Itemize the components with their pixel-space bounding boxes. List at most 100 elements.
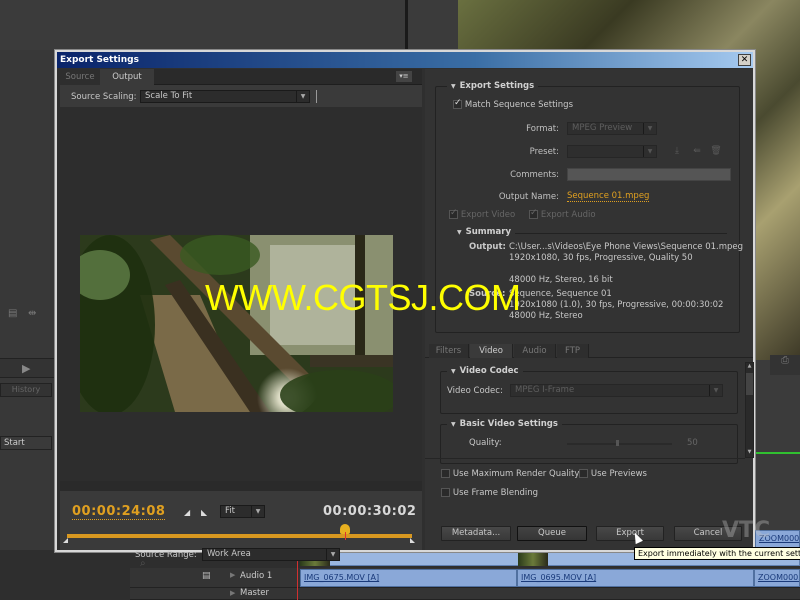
match-sequence-checkbox[interactable] [453,98,462,109]
dialog-title: Export Settings [60,55,139,65]
summary-output-line: 1920x1080, 30 fps, Progressive, Quality … [509,253,693,263]
vtc-logo: VTC [722,518,771,543]
audio-meter-line [755,452,800,454]
expand-track-icon[interactable]: ▶ [230,589,235,597]
export-audio-checkbox[interactable] [529,208,538,219]
track-output-icon[interactable]: ▤ [202,571,211,581]
match-sequence-option[interactable]: Match Sequence Settings [453,98,574,110]
format-dropdown[interactable]: MPEG Preview ▼ [567,122,657,135]
out-point-handle[interactable] [410,538,415,543]
summary-source-line: Sequence, Sequence 01 [509,289,612,299]
tab-ftp[interactable]: FTP [557,344,589,358]
set-out-point-button[interactable]: ◣ [201,508,207,517]
metadata-button[interactable]: Metadata... [441,526,511,541]
frame-blending-label: Use Frame Blending [452,488,538,498]
tab-filters[interactable]: Filters [429,344,469,358]
video-codec-header[interactable]: ▼ Video Codec [447,366,523,376]
timeline-clip[interactable]: IMG_0675.MOV [A] [300,569,517,587]
quality-label: Quality: [469,438,502,448]
export-video-label: Export Video [460,210,516,220]
set-in-point-button[interactable]: ◢ [184,508,190,517]
scroll-up-icon[interactable]: ▲ [746,363,753,371]
track-name: Audio 1 [240,571,273,581]
match-sequence-label: Match Sequence Settings [464,100,574,110]
track-master: ▶ Master [130,588,800,600]
summary-output-line: C:\User...s\Videos\Eye Phone Views\Seque… [509,242,744,252]
current-timecode[interactable]: 00:00:24:08 [72,504,166,520]
history-tab[interactable]: History [0,383,52,397]
queue-button[interactable]: Queue [517,526,587,541]
source-range-value: Work Area [207,549,251,559]
tab-source[interactable]: Source [60,69,100,85]
chevron-down-icon: ▼ [296,91,309,102]
transport-bar: ▶ [0,358,55,378]
delete-preset-icon[interactable]: 🗑 [710,146,722,156]
settings-scrollbar[interactable]: ▲ ▼ [745,362,754,458]
save-preset-icon[interactable]: ⤓ [671,146,683,156]
frame-blending-option[interactable]: Use Frame Blending [441,488,538,498]
preset-dropdown[interactable]: ▼ [567,145,657,158]
source-scaling-value: Scale To Fit [145,91,193,101]
zoom-level-dropdown[interactable]: Fit ▼ [220,505,265,518]
bg-icon: ⇹ [28,308,37,319]
preview-scrollbar[interactable] [60,481,422,491]
timeline-clip[interactable]: ZOOM0003 [754,569,800,587]
panel-menu-icon[interactable]: ▾≡ [396,71,412,82]
expand-track-icon[interactable]: ▶ [230,571,235,579]
chevron-down-icon: ▼ [643,123,656,134]
history-item-start[interactable]: Start [0,436,52,450]
section-divider [425,458,745,459]
format-label: Format: [526,124,559,134]
preview-tabs: Source Output ▾≡ [60,69,422,85]
chevron-down-icon: ▼ [643,146,656,157]
scrollbar-thumb[interactable] [746,373,753,395]
basic-video-header[interactable]: ▼ Basic Video Settings [447,419,562,429]
comments-input[interactable] [567,168,731,181]
chevron-down-icon: ▼ [709,385,722,396]
track-audio-1: ▤ ▶ Audio 1 IMG_0675.MOV [A] IMG_0695.MO… [130,568,800,588]
dialog-titlebar[interactable]: Export Settings ✕ [57,52,753,68]
output-name-link[interactable]: Sequence 01.mpeg [567,191,650,202]
max-render-checkbox[interactable] [441,469,450,478]
summary-header[interactable]: ▼ Summary [453,227,515,237]
collapse-triangle-icon: ▼ [451,421,456,428]
export-frame-icon[interactable]: ⎙ [770,355,800,375]
summary-output-line: 48000 Hz, Stereo, 16 bit [509,275,613,285]
import-preset-icon[interactable]: ⇚ [691,146,703,156]
export-audio-label: Export Audio [540,210,596,220]
video-frame-image [80,235,393,412]
preset-label: Preset: [529,147,559,157]
source-range-dropdown[interactable]: Work Area ▼ [202,548,340,561]
watermark-text: WWW.CGTSJ.COM [205,277,521,318]
use-previews-checkbox[interactable] [579,469,588,478]
tab-output[interactable]: Output [100,69,154,85]
background-left-panel: ▤ ⇹ ▶ History Start [0,50,55,600]
video-codec-label: Video Codec: [447,386,503,396]
play-icon[interactable]: ▶ [22,362,30,375]
source-range-bar[interactable] [67,534,412,538]
source-scaling-dropdown[interactable]: Scale To Fit ▼ [140,90,310,103]
export-video-checkbox[interactable] [449,208,458,219]
timeline-clip[interactable]: IMG_0695.MOV [A] [517,569,754,587]
export-audio-option[interactable]: Export Audio [529,208,596,220]
close-button[interactable]: ✕ [738,54,751,66]
quality-slider-thumb[interactable] [616,440,619,446]
chevron-down-icon: ▼ [326,549,339,560]
in-point-handle[interactable] [63,538,68,543]
summary-source-line: 1920x1080 (1.0), 30 fps, Progressive, 00… [509,300,724,310]
use-previews-option[interactable]: Use Previews [579,469,647,479]
toolbar-separator [316,90,317,103]
timeline-playhead[interactable] [297,555,298,600]
chevron-down-icon: ▼ [251,506,264,517]
frame-blending-checkbox[interactable] [441,488,450,497]
video-codec-dropdown[interactable]: MPEG I-Frame ▼ [510,384,723,397]
export-settings-header[interactable]: ▼ Export Settings [447,81,539,91]
quality-slider[interactable] [567,443,672,445]
tab-audio[interactable]: Audio [514,344,556,358]
source-scaling-label: Source Scaling: [71,92,137,102]
export-video-option[interactable]: Export Video [449,208,516,220]
max-render-option[interactable]: Use Maximum Render Quality [441,469,579,479]
tab-video[interactable]: Video [470,344,513,358]
scroll-down-icon[interactable]: ▼ [746,449,753,457]
panel-divider [405,0,408,50]
